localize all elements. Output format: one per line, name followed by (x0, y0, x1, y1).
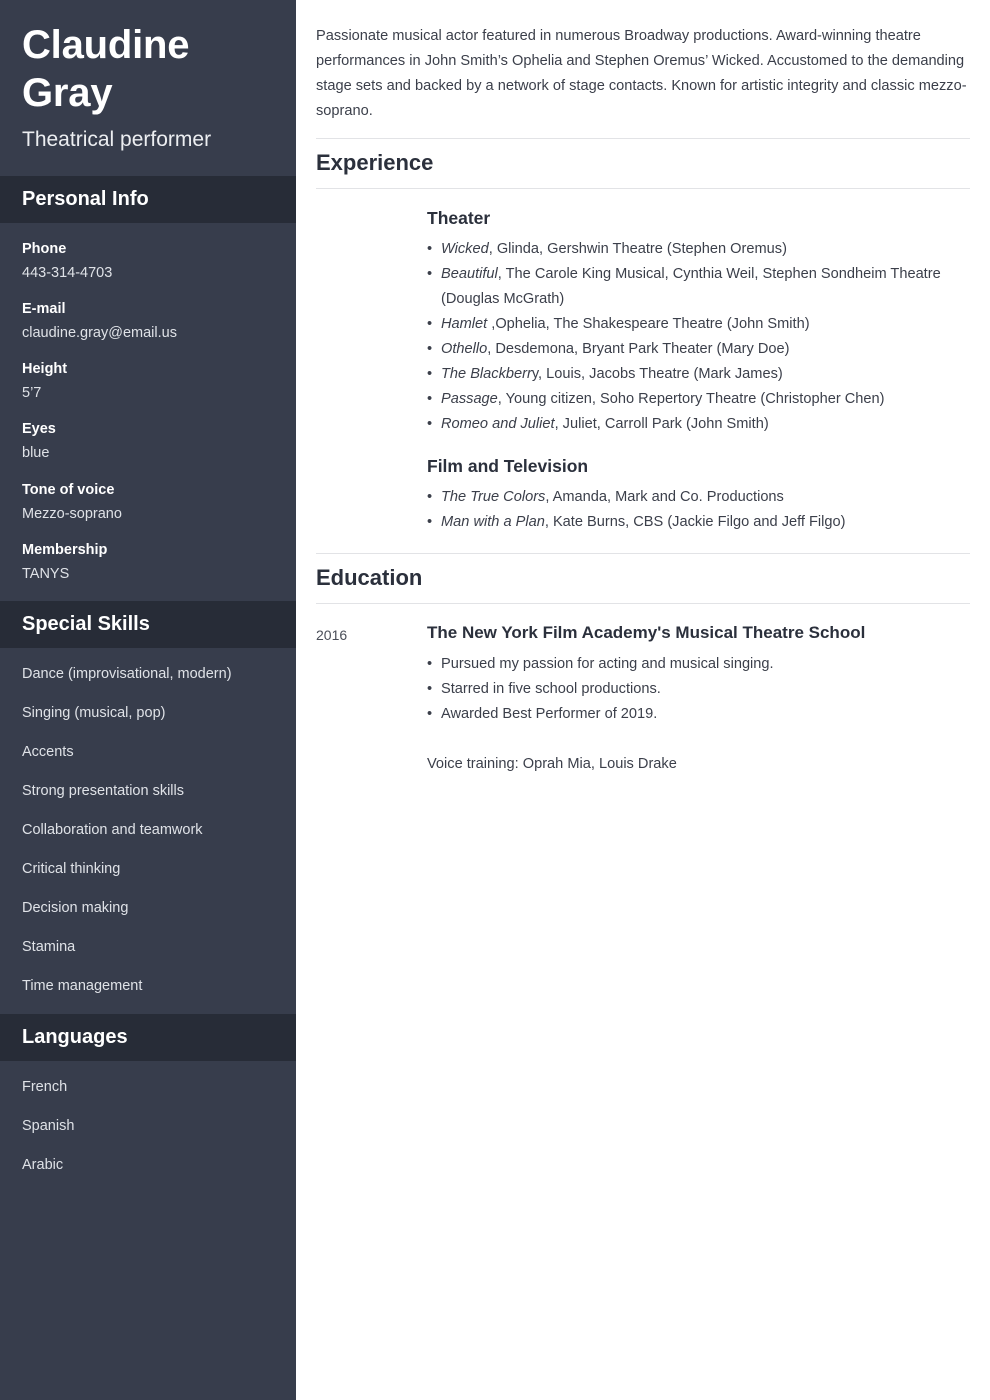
resume-document: Claudine Gray Theatrical performer Perso… (0, 0, 990, 1400)
list-item: Othello, Desdemona, Bryant Park Theater … (427, 337, 970, 362)
voice-training-note: Voice training: Oprah Mia, Louis Drake (427, 756, 677, 773)
experience-group-title-theater: Theater (427, 207, 491, 228)
info-item-tone-of-voice: Tone of voice Mezzo-soprano (22, 480, 274, 525)
credit-title: The Blackberr (441, 366, 532, 383)
info-value: blue (22, 445, 50, 462)
professional-summary: Passionate musical actor featured in num… (316, 28, 967, 120)
list-item: Decision making (22, 899, 129, 916)
list-item: Collaboration and teamwork (22, 821, 203, 838)
list-item: French (22, 1078, 68, 1095)
list-item: Starred in five school productions. (427, 677, 970, 702)
credit-detail: , Juliet, Carroll Park (John Smith) (554, 416, 769, 433)
credit-detail: , Amanda, Mark and Co. Productions (545, 489, 784, 506)
info-value: TANYS (22, 565, 70, 582)
list-item: Arabic (22, 1156, 64, 1173)
candidate-name: Claudine Gray (22, 23, 190, 115)
list-item: Stamina (22, 938, 76, 955)
sidebar: Claudine Gray Theatrical performer Perso… (0, 0, 296, 1400)
credit-title: Romeo and Juliet (441, 416, 555, 433)
credit-title: Hamlet (441, 315, 492, 332)
credit-title: Beautiful (441, 265, 498, 282)
info-value: 443-314-4703 (22, 265, 113, 282)
credit-detail: , Kate Burns, CBS (Jackie Filgo and Jeff… (544, 514, 846, 531)
credit-title: Man with a Plan (441, 514, 545, 531)
info-label: E-mail (22, 301, 66, 318)
credit-detail: , Glinda, Gershwin Theatre (Stephen Orem… (488, 240, 787, 257)
credit-detail: , The Carole King Musical, Cynthia Weil,… (441, 265, 941, 307)
school-name: The New York Film Academy's Musical Thea… (427, 622, 866, 642)
languages-list: French Spanish Arabic (0, 1061, 296, 1193)
info-label: Membership (22, 541, 108, 558)
info-label: Phone (22, 241, 67, 258)
info-value: Mezzo-soprano (22, 505, 122, 522)
education-body: The New York Film Academy's Musical Thea… (427, 622, 970, 777)
sidebar-heading-languages: Languages (0, 1013, 296, 1061)
list-item: Spanish (22, 1117, 75, 1134)
list-item: Romeo and Juliet, Juliet, Carroll Park (… (427, 412, 970, 437)
education-bullet-list: Pursued my passion for acting and musica… (427, 652, 970, 727)
section-title-education: Education (316, 565, 423, 591)
education-date: 2016 (316, 626, 348, 643)
credit-title: Wicked (441, 240, 489, 257)
info-label: Height (22, 361, 68, 378)
info-item-membership: Membership TANYS (22, 540, 274, 585)
experience-group-title-film-and-television: Film and Television (427, 456, 589, 477)
list-item: The Blackberry, Louis, Jacobs Theatre (M… (427, 362, 970, 387)
main-column: Passionate musical actor featured in num… (296, 0, 990, 1400)
info-item-height: Height 5’7 (22, 359, 274, 404)
list-item: Strong presentation skills (22, 782, 184, 799)
candidate-role: Theatrical performer (22, 128, 212, 152)
identity-block: Claudine Gray Theatrical performer (0, 0, 296, 176)
education-entry: 2016 The New York Film Academy's Musical… (316, 604, 970, 777)
entry-body: Theater Wicked, Glinda, Gershwin Theatre… (427, 207, 970, 536)
sidebar-heading-personal-info: Personal Info (0, 176, 296, 224)
credit-detail: ,Ophelia, The Shakespeare Theatre (John … (491, 315, 810, 332)
personal-info-list: Phone 443-314-4703 E-mail claudine.gray@… (0, 223, 296, 600)
sidebar-heading-special-skills: Special Skills (0, 600, 296, 648)
section-title-experience: Experience (316, 150, 434, 176)
credit-title: Passage (441, 391, 498, 408)
info-item-eyes: Eyes blue (22, 419, 274, 464)
credit-title: Othello (441, 341, 488, 357)
credit-detail: , Young citizen, Soho Repertory Theatre … (497, 391, 885, 408)
info-label: Eyes (22, 421, 56, 438)
experience-entry: Theater Wicked, Glinda, Gershwin Theatre… (316, 189, 970, 536)
credit-detail: y, Louis, Jacobs Theatre (Mark James) (531, 366, 783, 383)
info-value: claudine.gray@email.us (22, 325, 177, 342)
list-item: Hamlet ,Ophelia, The Shakespeare Theatre… (427, 312, 970, 337)
list-item: Awarded Best Performer of 2019. (427, 702, 970, 727)
film-credit-list: The True Colors, Amanda, Mark and Co. Pr… (427, 485, 970, 535)
list-item: Man with a Plan, Kate Burns, CBS (Jackie… (427, 510, 970, 535)
credit-detail: , Desdemona, Bryant Park Theater (Mary D… (487, 341, 790, 357)
list-item: Critical thinking (22, 860, 121, 877)
list-item: Accents (22, 743, 74, 760)
info-value: 5’7 (22, 385, 42, 402)
list-item: Pursued my passion for acting and musica… (427, 652, 970, 677)
credit-title: The True Colors (441, 489, 546, 506)
info-item-phone: Phone 443-314-4703 (22, 239, 274, 284)
list-item: Beautiful, The Carole King Musical, Cynt… (427, 262, 970, 312)
list-item: The True Colors, Amanda, Mark and Co. Pr… (427, 485, 970, 510)
info-label: Tone of voice (22, 481, 115, 498)
list-item: Passage, Young citizen, Soho Repertory T… (427, 387, 970, 412)
experience-group-film: Film and Television The True Colors, Ama… (427, 455, 970, 535)
info-item-email: E-mail claudine.gray@email.us (22, 299, 274, 344)
list-item: Wicked, Glinda, Gershwin Theatre (Stephe… (427, 237, 970, 262)
list-item: Singing (musical, pop) (22, 704, 166, 721)
list-item: Time management (22, 977, 143, 994)
entry-date (316, 207, 427, 535)
special-skills-list: Dance (improvisational, modern) Singing … (0, 648, 296, 1014)
list-item: Dance (improvisational, modern) (22, 665, 232, 682)
theater-credit-list: Wicked, Glinda, Gershwin Theatre (Stephe… (427, 237, 970, 438)
